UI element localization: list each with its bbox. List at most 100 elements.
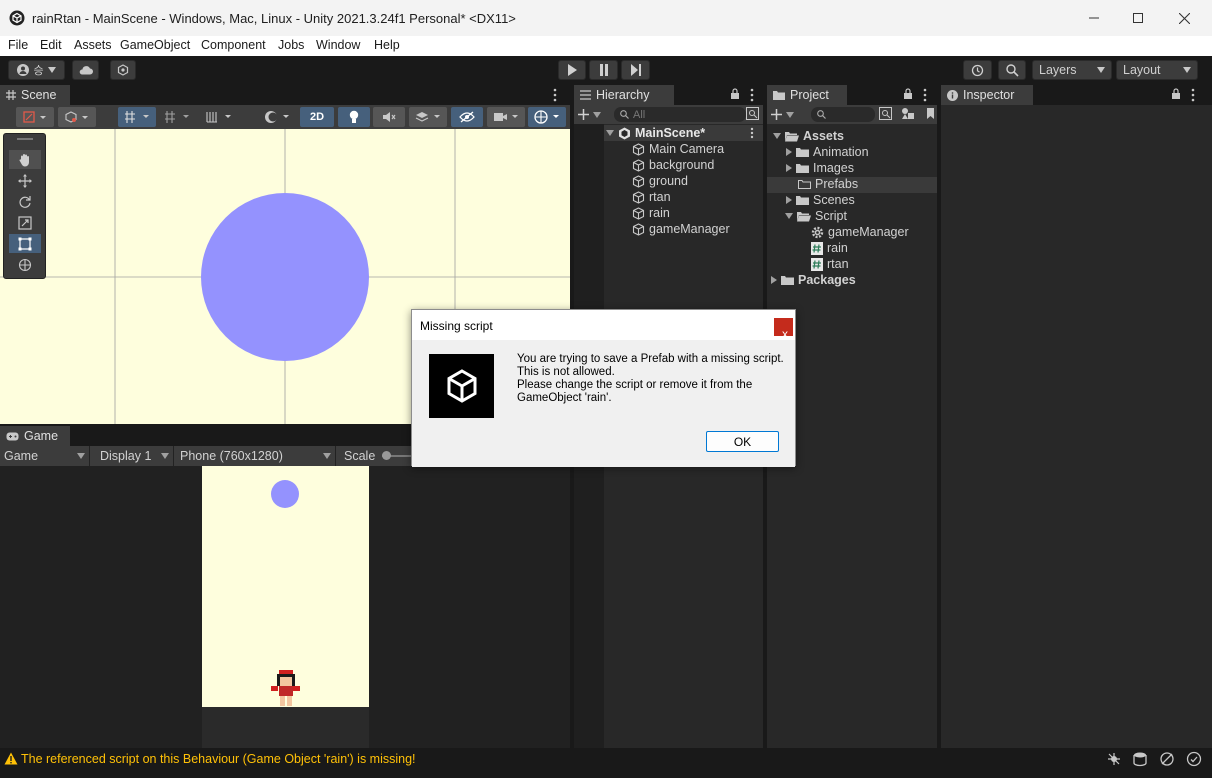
folder-images-row[interactable]: Images (786, 160, 854, 176)
ok-button[interactable]: OK (706, 431, 779, 452)
lock-icon[interactable] (1171, 88, 1181, 100)
maximize-button[interactable] (1126, 8, 1150, 28)
render-mode-button[interactable] (258, 107, 296, 127)
hierarchy-tabbar: Hierarchy (574, 85, 763, 105)
mode-2d-button[interactable]: 2D (300, 107, 334, 127)
tab-game[interactable]: Game (0, 426, 70, 446)
tab-project[interactable]: Project (767, 85, 847, 105)
script-rain-row[interactable]: rain (811, 240, 848, 256)
search-button[interactable] (998, 60, 1026, 80)
scene-search-icon[interactable] (746, 107, 759, 120)
hierarchy-item-background[interactable]: background (632, 157, 714, 173)
scene-more-options-icon[interactable] (750, 127, 754, 139)
scale-slider-handle[interactable] (382, 451, 391, 460)
packages-folder-row[interactable]: Packages (771, 272, 856, 288)
folder-animation-row[interactable]: Animation (786, 144, 869, 160)
folder-label: Animation (813, 145, 869, 159)
gizmo-globe-icon (534, 110, 560, 124)
hierarchy-item-rain[interactable]: rain (632, 205, 670, 221)
grid-snap-button[interactable] (118, 107, 156, 127)
audio-toggle-button[interactable] (373, 107, 405, 127)
hand-tool-button[interactable] (9, 150, 41, 169)
play-button[interactable] (558, 60, 586, 80)
folder-script-row[interactable]: Script (785, 208, 847, 224)
menu-help[interactable]: Help (374, 38, 400, 52)
create-button[interactable] (578, 107, 606, 122)
menu-window[interactable]: Window (316, 38, 360, 52)
resolution-select[interactable]: Phone (760x1280) (180, 446, 336, 466)
menu-jobs[interactable]: Jobs (278, 38, 304, 52)
display-select[interactable]: Display 1 (100, 446, 174, 466)
pause-button[interactable] (589, 60, 618, 80)
layers-dropdown[interactable]: Layers (1032, 60, 1112, 80)
rotate-tool-button[interactable] (9, 192, 41, 211)
script-gamemanager-row[interactable]: gameManager (811, 224, 909, 240)
menu-component[interactable]: Component (201, 38, 266, 52)
hierarchy-item-gamemanager[interactable]: gameManager (632, 221, 730, 237)
increment-snap-button[interactable] (200, 107, 238, 127)
hierarchy-item-main-camera[interactable]: Main Camera (632, 141, 724, 157)
favorite-tag-icon[interactable] (925, 107, 935, 120)
grid-visibility-button[interactable] (158, 107, 196, 127)
scale-tool-button[interactable] (9, 213, 41, 232)
search-by-type-icon[interactable] (879, 107, 892, 120)
gameobject-cube-icon (632, 222, 645, 236)
hierarchy-search-input[interactable]: All (614, 107, 746, 122)
folder-prefabs-row[interactable]: Prefabs (798, 176, 858, 192)
camera-settings-button[interactable] (487, 107, 525, 127)
game-view-select[interactable]: Game (4, 446, 90, 466)
hierarchy-item-ground[interactable]: ground (632, 173, 688, 189)
auto-generate-lighting-icon[interactable] (1159, 751, 1175, 767)
progress-check-icon[interactable] (1186, 751, 1202, 767)
scene-root-row[interactable]: MainScene* (606, 125, 705, 141)
move-tool-button[interactable] (9, 171, 41, 190)
project-create-button[interactable] (771, 107, 799, 122)
step-button[interactable] (621, 60, 650, 80)
menu-file[interactable]: File (8, 38, 28, 52)
transform-tool-button[interactable] (9, 255, 41, 274)
tab-hierarchy[interactable]: Hierarchy (574, 85, 674, 105)
minimize-button[interactable] (1082, 8, 1106, 28)
collab-icon (117, 64, 129, 76)
gizmo-toggle-button[interactable] (58, 107, 96, 127)
tab-inspector[interactable]: Inspector (941, 85, 1033, 105)
cache-server-icon[interactable] (1132, 751, 1148, 767)
status-message[interactable]: The referenced script on this Behaviour … (21, 752, 416, 766)
hierarchy-item-rtan[interactable]: rtan (632, 189, 671, 205)
layout-dropdown[interactable]: Layout (1116, 60, 1198, 80)
draw-mode-button[interactable] (16, 107, 54, 127)
lock-icon[interactable] (903, 88, 913, 100)
assets-folder-row[interactable]: Assets (773, 128, 844, 144)
more-options-icon[interactable] (1191, 88, 1195, 102)
more-options-icon[interactable] (923, 88, 927, 102)
more-options-icon[interactable] (750, 88, 754, 102)
chevron-down-icon (77, 453, 85, 459)
menu-edit[interactable]: Edit (40, 38, 62, 52)
close-window-button[interactable] (1172, 8, 1196, 28)
tab-scene[interactable]: Scene (0, 85, 70, 105)
cloud-button[interactable] (72, 60, 99, 80)
game-viewport[interactable] (0, 466, 570, 748)
menu-assets[interactable]: Assets (74, 38, 112, 52)
dialog-message-line: This is not allowed. (517, 366, 615, 378)
collab-button[interactable] (110, 60, 136, 80)
history-button[interactable] (963, 60, 992, 80)
palette-handle[interactable] (17, 138, 33, 140)
project-search-input[interactable] (811, 107, 875, 122)
gizmos-button[interactable] (528, 107, 566, 127)
scene-visibility-button[interactable] (451, 107, 483, 127)
rect-tool-button[interactable] (9, 234, 41, 253)
debug-mode-icon[interactable] (1106, 751, 1122, 767)
menu-gameobject[interactable]: GameObject (120, 38, 190, 52)
account-button[interactable]: 승 (8, 60, 65, 80)
folder-scenes-row[interactable]: Scenes (786, 192, 855, 208)
search-placeholder: All (633, 108, 646, 121)
lock-icon[interactable] (730, 88, 740, 100)
more-options-icon[interactable] (553, 88, 557, 102)
effects-toggle-button[interactable] (409, 107, 447, 127)
main-toolbar: 승 Layers Layout (0, 56, 1212, 84)
script-rtan-row[interactable]: rtan (811, 256, 849, 272)
search-by-label-icon[interactable] (901, 107, 915, 120)
lighting-toggle-button[interactable] (338, 107, 370, 127)
dialog-close-button[interactable]: x (774, 318, 793, 341)
